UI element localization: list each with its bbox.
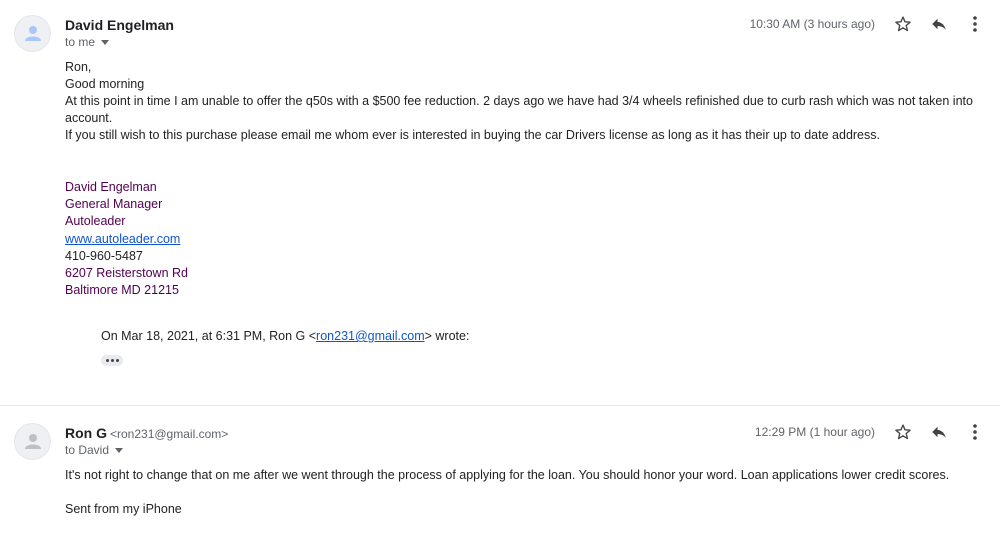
recipient-details[interactable]: to David (65, 443, 124, 457)
body-line: It's not right to change that on me afte… (65, 468, 950, 482)
more-options-button[interactable] (963, 420, 987, 444)
person-icon (25, 26, 41, 41)
avatar (14, 15, 51, 52)
message-body: Ron, Good morning At this point in time … (65, 59, 1000, 144)
body-line: Ron, (65, 60, 92, 74)
reply-icon (932, 426, 946, 438)
ellipsis-icon (110, 359, 114, 362)
show-trimmed-content-button[interactable] (101, 355, 123, 366)
avatar (14, 423, 51, 460)
star-button[interactable] (891, 420, 915, 444)
signature-street: 6207 Reisterstown Rd (65, 266, 188, 281)
timestamp: 12:29 PM (1 hour ago) (754, 425, 875, 439)
reply-button[interactable] (927, 12, 951, 36)
body-line: If you still wish to this purchase pleas… (65, 128, 880, 142)
website-link[interactable]: www.autoleader.com (65, 232, 180, 246)
more-vert-icon (973, 424, 977, 440)
sender-email: <ron231@gmail.com> (110, 427, 229, 441)
signature-city: Baltimore MD 21215 (65, 283, 179, 298)
message-body: It's not right to change that on me afte… (65, 467, 949, 518)
ellipsis-icon (115, 359, 119, 362)
body-line: Good morning (65, 77, 145, 91)
star-icon (895, 16, 911, 32)
reply-button[interactable] (927, 420, 951, 444)
quote-prefix: On Mar 18, 2021, at 6:31 PM, Ron G < (101, 329, 317, 343)
timestamp: 10:30 AM (3 hours ago) (749, 17, 875, 31)
body-line: At this point in time I am unable to off… (65, 94, 973, 125)
reply-icon (932, 18, 946, 30)
recipient-label: to me (65, 35, 96, 49)
star-icon (895, 424, 911, 440)
more-vert-icon (973, 16, 977, 32)
quote-email-link[interactable]: ron231@gmail.com (316, 329, 425, 343)
person-icon (25, 434, 41, 449)
chevron-down-icon[interactable] (101, 40, 110, 46)
signature-phone: 410-960-5487 (65, 248, 143, 263)
sender-name: Ron G <ron231@gmail.com> (65, 425, 228, 441)
signature-name: David Engelman (65, 180, 157, 194)
body-line: Sent from my iPhone (65, 502, 182, 516)
signature: David Engelman General Manager Autoleade… (65, 179, 188, 299)
sender-display-name: Ron G (65, 425, 107, 441)
signature-title: General Manager (65, 197, 163, 212)
ellipsis-icon (105, 359, 109, 362)
quote-suffix: > wrote: (424, 329, 470, 343)
email-message: David Engelman to me 10:30 AM (3 hours a… (0, 0, 1000, 405)
sender-name: David Engelman (65, 17, 174, 33)
signature-company: Autoleader (65, 214, 126, 229)
recipient-label: to David (65, 443, 110, 457)
quoted-header: On Mar 18, 2021, at 6:31 PM, Ron G <ron2… (101, 329, 469, 343)
star-button[interactable] (891, 12, 915, 36)
recipient-details[interactable]: to me (65, 35, 110, 49)
chevron-down-icon[interactable] (115, 448, 124, 454)
more-options-button[interactable] (963, 12, 987, 36)
email-message: Ron G <ron231@gmail.com> to David 12:29 P… (0, 406, 1000, 539)
